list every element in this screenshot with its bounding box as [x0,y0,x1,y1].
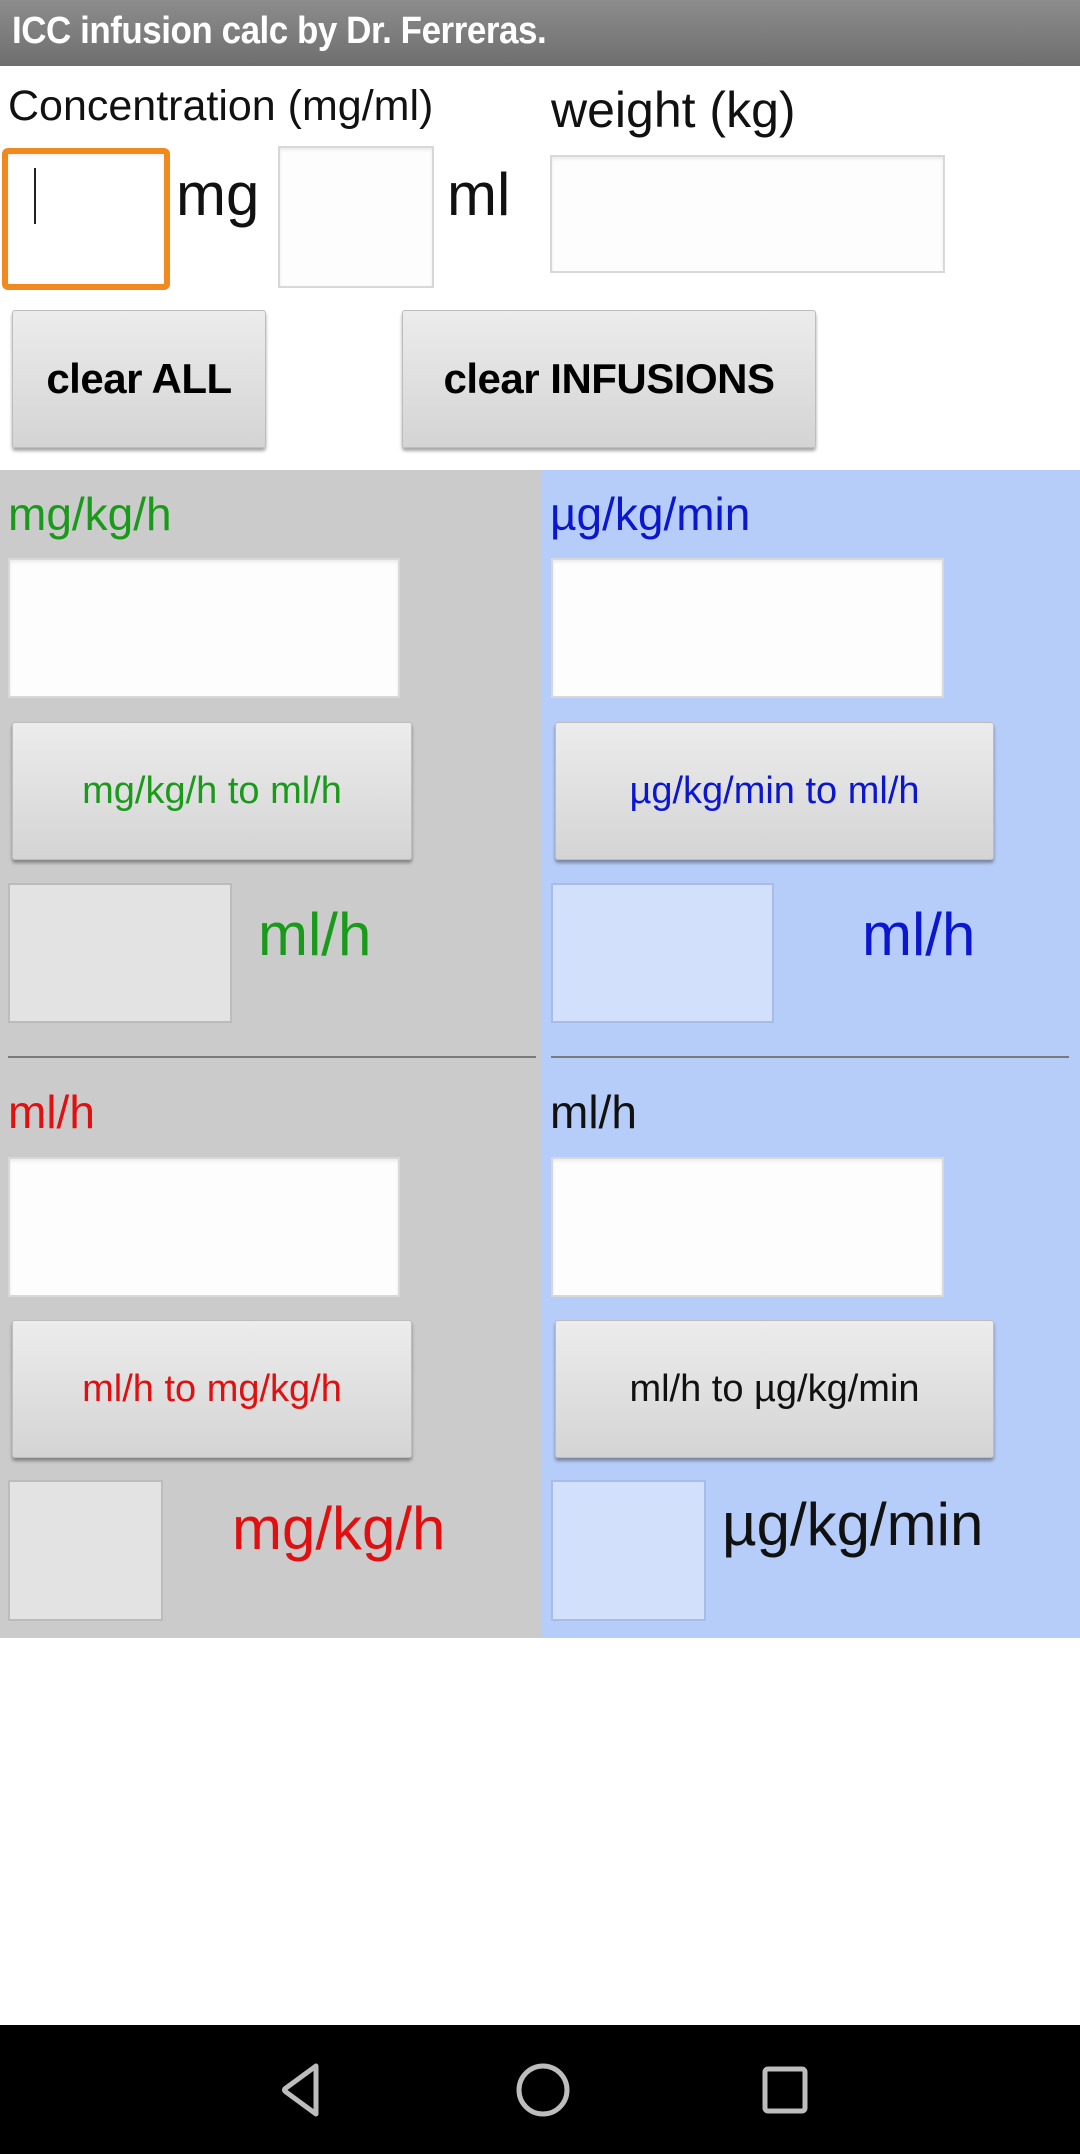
ml-h-to-mg-kg-h-button[interactable]: ml/h to mg/kg/h [12,1320,412,1458]
weight-label: weight (kg) [551,82,796,138]
mg-unit-label: mg [176,161,260,228]
text-cursor [34,168,36,224]
mg-kg-h-input[interactable] [8,558,400,698]
system-navigation-bar [0,2025,1080,2154]
ml-unit-label: ml [447,161,511,228]
ug-kg-min-input[interactable] [551,558,944,698]
nav-recents-button[interactable] [750,2055,820,2125]
ml-h-label-left: ml/h [8,1086,95,1138]
concentration-label: Concentration (mg/ml) [8,82,434,130]
nav-home-button[interactable] [508,2055,578,2125]
divider-right [551,1056,1069,1058]
mg-kg-h-result-unit: mg/kg/h [232,1495,446,1562]
ml-h-result-left [8,883,232,1023]
ml-h-result-unit-right: ml/h [862,901,976,968]
ug-kg-min-result [551,1480,706,1621]
ml-h-label-right: ml/h [550,1086,637,1138]
ml-h-input-right[interactable] [551,1157,944,1297]
ml-h-input-left[interactable] [8,1157,400,1297]
back-icon [282,2063,319,2117]
mg-kg-h-label: mg/kg/h [8,488,172,540]
app-title: ICC infusion calc by Dr. Ferreras. [12,10,547,52]
divider-left [8,1056,536,1058]
ug-kg-min-to-ml-h-button[interactable]: µg/kg/min to ml/h [555,722,994,860]
ug-kg-min-label: µg/kg/min [550,488,751,540]
weight-input[interactable] [550,155,945,273]
clear-all-button[interactable]: clear ALL [12,310,266,448]
recents-icon [762,2066,808,2114]
ml-h-to-ug-kg-min-button[interactable]: ml/h to µg/kg/min [555,1320,994,1458]
mg-kg-h-result [8,1480,163,1621]
home-icon [516,2063,570,2117]
ml-h-result-unit-left: ml/h [258,901,372,968]
clear-infusions-button[interactable]: clear INFUSIONS [402,310,816,448]
concentration-ml-input[interactable] [278,146,434,288]
mg-kg-h-to-ml-h-button[interactable]: mg/kg/h to ml/h [12,722,412,860]
app-title-bar: ICC infusion calc by Dr. Ferreras. [0,0,1080,66]
concentration-mg-input[interactable] [2,148,170,290]
nav-back-button[interactable] [268,2055,338,2125]
ml-h-result-right [551,883,774,1023]
ug-kg-min-result-unit: µg/kg/min [722,1491,984,1558]
